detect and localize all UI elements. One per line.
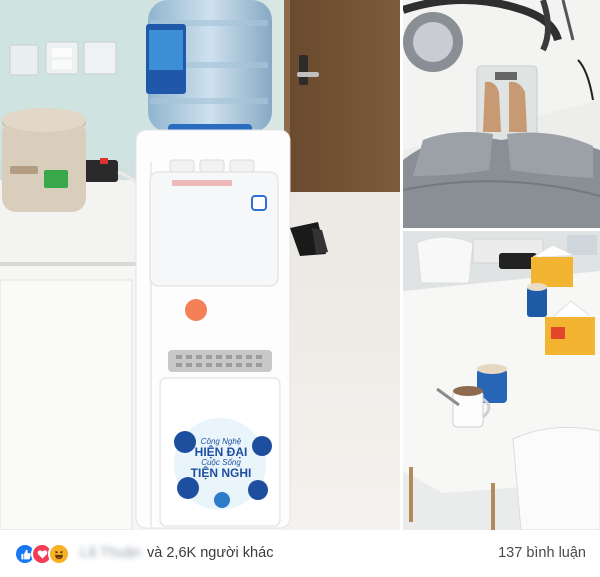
scale-image [403, 0, 600, 228]
poster-line-4: TIỆN NGHI [190, 466, 252, 481]
photo-collage: Công Nghệ HIỆN ĐẠI Cuộc Sống TIỆN NGHI [0, 0, 600, 530]
comments-count-link[interactable]: 137 bình luận [498, 545, 586, 561]
post-card: Công Nghệ HIỆN ĐẠI Cuộc Sống TIỆN NGHI L… [0, 0, 600, 577]
water-dispenser-photo[interactable]: Công Nghệ HIỆN ĐẠI Cuộc Sống TIỆN NGHI [0, 0, 400, 530]
dining-table-image [403, 231, 600, 530]
haha-icon [48, 543, 70, 565]
dispenser-poster: Công Nghệ HIỆN ĐẠI Cuộc Sống TIỆN NGHI [176, 437, 266, 481]
others-count-text[interactable]: và 2,6K người khác [147, 545, 273, 561]
dining-table-photo[interactable] [403, 231, 600, 530]
reaction-icons[interactable] [14, 543, 70, 565]
post-footer: Lã Thuận và 2,6K người khác 137 bình luậ… [0, 530, 600, 577]
scale-photo[interactable] [403, 0, 600, 228]
reactor-name[interactable]: Lã Thuận [80, 545, 141, 561]
reactions-summary[interactable]: Lã Thuận và 2,6K người khác [80, 545, 273, 561]
